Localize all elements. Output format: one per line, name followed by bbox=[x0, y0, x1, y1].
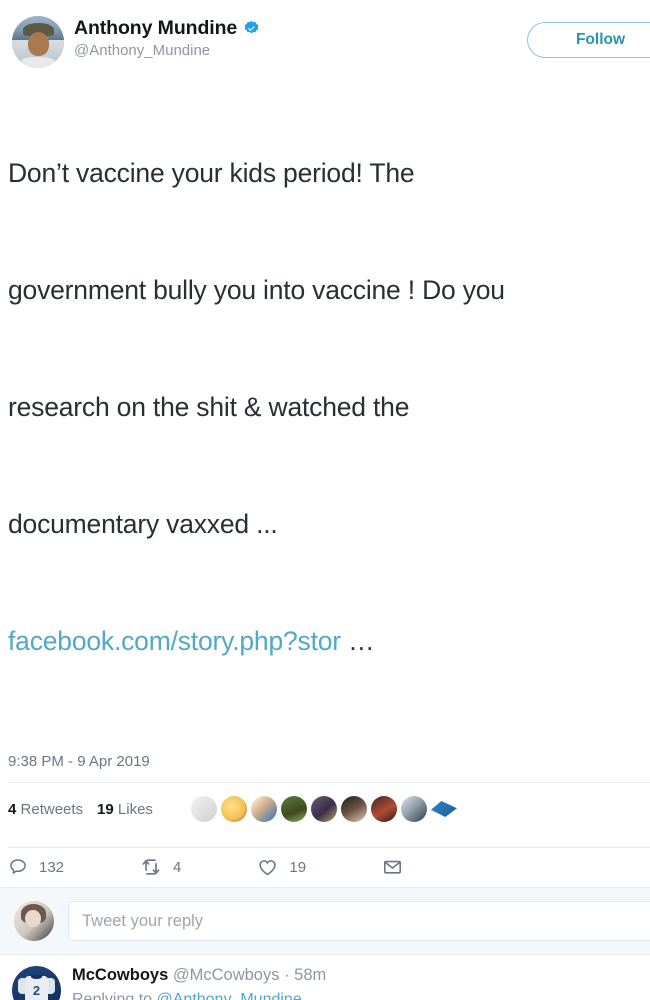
reply-author-name[interactable]: McCowboys bbox=[72, 966, 168, 984]
tweet-link-ellipsis: … bbox=[348, 626, 375, 656]
tweet-text: Don’t vaccine your kids period! The gove… bbox=[0, 68, 650, 739]
liker-avatar[interactable] bbox=[340, 796, 367, 822]
avatar-art-number: 2 bbox=[32, 982, 41, 998]
reply-item: 2 McCowboys @McCowboys · 58m Replying to… bbox=[0, 955, 650, 1000]
like-count: 19 bbox=[289, 858, 307, 876]
share-button[interactable] bbox=[382, 857, 414, 877]
reply-icon bbox=[10, 859, 26, 875]
replying-to-prefix: Replying to bbox=[72, 991, 157, 1000]
reply-header: McCowboys @McCowboys · 58m bbox=[72, 966, 650, 985]
liker-avatar[interactable] bbox=[250, 796, 277, 822]
tweet-text-line: documentary vaxxed ... bbox=[8, 509, 278, 539]
replying-to: Replying to @Anthony_Mundine bbox=[72, 991, 650, 1000]
tweet-text-line: research on the shit & watched the bbox=[8, 392, 410, 422]
liker-avatar[interactable] bbox=[400, 796, 427, 822]
reply-composer: Tweet your reply bbox=[0, 887, 650, 955]
liker-avatar[interactable] bbox=[310, 796, 337, 822]
engagement-stats: 4 Retweets 19 Likes bbox=[0, 783, 650, 835]
retweets-count: 4 bbox=[8, 800, 17, 818]
reply-content: McCowboys @McCowboys · 58m Replying to @… bbox=[72, 966, 650, 1000]
liker-avatar[interactable] bbox=[190, 796, 217, 822]
reply-count: 132 bbox=[39, 858, 65, 876]
tweet-text-line: Don’t vaccine your kids period! The bbox=[8, 158, 415, 188]
retweets-label: Retweets bbox=[20, 800, 84, 818]
current-user-avatar[interactable] bbox=[14, 901, 54, 941]
heart-icon bbox=[259, 860, 277, 876]
author-handle[interactable]: @Anthony_Mundine bbox=[74, 42, 260, 59]
retweet-icon bbox=[142, 859, 160, 875]
verified-badge-icon bbox=[243, 20, 260, 37]
tweet-link-line: facebook.com/story.php?stor … bbox=[8, 622, 646, 661]
liker-avatar[interactable] bbox=[280, 796, 307, 822]
tweet-action-bar: 132 4 19 bbox=[0, 848, 650, 887]
envelope-icon bbox=[384, 860, 402, 874]
liker-avatar[interactable] bbox=[220, 796, 247, 822]
likes-label: Likes bbox=[117, 800, 153, 818]
reply-time[interactable]: 58m bbox=[294, 966, 326, 984]
tweet-detail-page: Anthony Mundine @Anthony_Mundine Follow … bbox=[0, 0, 650, 1000]
retweet-button[interactable]: 4 bbox=[140, 857, 181, 877]
avatar-art-head bbox=[27, 31, 50, 56]
follow-button[interactable]: Follow bbox=[527, 22, 650, 58]
reply-avatar[interactable]: 2 bbox=[12, 966, 61, 1000]
reply-input[interactable]: Tweet your reply bbox=[68, 901, 650, 941]
reply-button[interactable]: 132 bbox=[8, 857, 64, 877]
likes-count: 19 bbox=[97, 800, 114, 818]
tweet-link[interactable]: facebook.com/story.php?stor bbox=[8, 626, 341, 656]
reply-author-handle[interactable]: @McCowboys bbox=[173, 966, 280, 984]
liker-avatar-partial[interactable] bbox=[430, 801, 457, 817]
display-name-row: Anthony Mundine bbox=[74, 17, 260, 39]
liker-avatars bbox=[190, 796, 457, 822]
avatar-art-body bbox=[21, 56, 55, 68]
retweet-count: 4 bbox=[173, 858, 182, 876]
retweets-stat[interactable]: 4 Retweets bbox=[8, 801, 83, 818]
tweet-header: Anthony Mundine @Anthony_Mundine Follow bbox=[0, 0, 650, 68]
like-button[interactable]: 19 bbox=[257, 857, 306, 877]
replying-to-mention[interactable]: @Anthony_Mundine bbox=[157, 991, 302, 1000]
author-name-block: Anthony Mundine @Anthony_Mundine bbox=[74, 16, 260, 60]
page-title[interactable]: Anthony Mundine bbox=[74, 17, 237, 39]
likes-stat[interactable]: 19 Likes bbox=[97, 801, 153, 818]
avatar[interactable] bbox=[12, 16, 64, 68]
tweet-text-line: government bully you into vaccine ! Do y… bbox=[8, 275, 505, 305]
tweet-timestamp[interactable]: 9:38 PM - 9 Apr 2019 bbox=[0, 739, 650, 770]
reply-separator: · bbox=[284, 966, 290, 984]
liker-avatar[interactable] bbox=[370, 796, 397, 822]
